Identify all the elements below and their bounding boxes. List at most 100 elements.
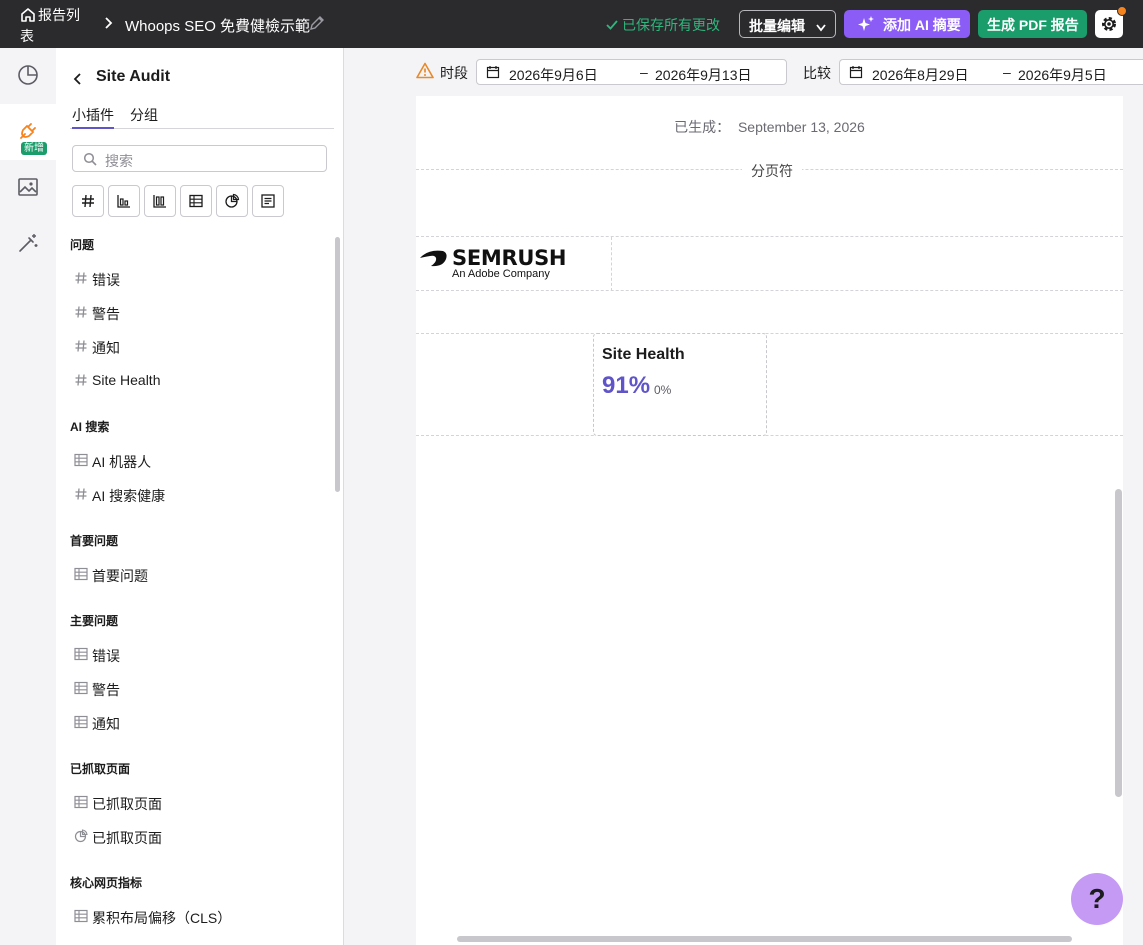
list-item-label: 警告 xyxy=(92,682,120,698)
sidebar-title: Site Audit xyxy=(96,68,171,85)
add-ai-summary-label: 添加 AI 摘要 xyxy=(883,17,961,33)
compare-date-range[interactable]: 2026年8月29日 – 2026年9月5日 xyxy=(839,59,1143,85)
bulk-edit-label: 批量编辑 xyxy=(749,18,805,34)
search-icon xyxy=(83,152,97,166)
list-item-label: Site Health xyxy=(92,372,161,388)
bulk-edit-button[interactable]: 批量编辑 xyxy=(739,10,836,38)
rail-widgets[interactable]: 新增 xyxy=(0,104,56,160)
generated-label: 已生成： xyxy=(674,119,731,135)
bar-chart-icon xyxy=(117,195,130,208)
warning-icon xyxy=(416,62,434,82)
section-title: AI 搜索 xyxy=(70,420,110,434)
chevron-left-icon xyxy=(73,73,81,85)
section-title: 主要问题 xyxy=(70,614,119,628)
list-item-label: 已抓取页面 xyxy=(92,830,162,846)
section-title: 已抓取页面 xyxy=(70,762,131,776)
home-icon xyxy=(20,7,36,27)
report-canvas: 已生成： September 13, 2026 分页符 SEMRUSH An A… xyxy=(416,96,1123,945)
rail-charts[interactable] xyxy=(0,48,56,104)
list-item-label: 累积布局偏移（CLS） xyxy=(92,910,232,926)
compare-label: 比较 xyxy=(803,65,831,81)
hash-icon xyxy=(75,306,87,318)
logo-widget[interactable]: SEMRUSH An Adobe Company xyxy=(416,237,612,291)
logo-wordmark: SEMRUSH xyxy=(452,246,567,270)
rail-images[interactable] xyxy=(0,160,56,216)
table-icon xyxy=(74,715,88,729)
section-title: 问题 xyxy=(70,238,95,252)
check-icon xyxy=(605,18,619,35)
filter-pie-button[interactable] xyxy=(216,185,248,217)
site-health-widget[interactable]: Site Health 91% 0% xyxy=(593,333,767,436)
date-filters: 时段 2026年9月6日 – 2026年9月13日 比较 2026年8月29日 … xyxy=(416,59,1143,85)
filter-text-button[interactable] xyxy=(252,185,284,217)
table-icon xyxy=(74,567,88,581)
top-bar: 报告列表 Whoops SEO 免費健檢示範 已保存所有更改 批量编辑 添加 A… xyxy=(0,0,1143,48)
filter-column-button[interactable] xyxy=(144,185,176,217)
compare-end: 2026年9月5日 xyxy=(1018,67,1107,83)
list-item-label: 已抓取页面 xyxy=(92,796,162,812)
hash-icon xyxy=(75,340,87,352)
image-icon xyxy=(18,178,38,196)
column-chart-icon xyxy=(153,195,166,208)
sidebar-scrollbar[interactable] xyxy=(335,237,340,492)
sparkle-icon xyxy=(856,15,876,36)
help-button[interactable]: ? xyxy=(1071,873,1123,925)
main-vertical-scrollbar[interactable] xyxy=(1115,489,1122,797)
hash-icon xyxy=(82,194,94,208)
chevron-down-icon xyxy=(815,20,827,36)
pie-icon xyxy=(225,193,240,208)
table-icon xyxy=(74,681,88,695)
widget-title: Site Health xyxy=(602,346,685,363)
save-status: 已保存所有更改 xyxy=(605,15,720,35)
calendar-icon xyxy=(486,66,500,79)
list-item-label: 通知 xyxy=(92,716,120,732)
widget-delta: 0% xyxy=(654,383,672,397)
widget-sidebar: Site Audit 小插件 分组 搜索 问题 错误 警告 通知 Site He… xyxy=(56,48,344,945)
section-title: 核心网页指标 xyxy=(70,876,143,890)
filter-number-button[interactable] xyxy=(72,185,104,217)
table-icon xyxy=(74,453,88,467)
list-item-label: AI 搜索健康 xyxy=(92,488,166,504)
hash-icon xyxy=(75,272,87,284)
settings-button[interactable] xyxy=(1095,6,1127,38)
pie-chart-icon xyxy=(18,65,38,85)
widget-value: 91% xyxy=(602,372,651,399)
edit-title-icon[interactable] xyxy=(309,15,325,34)
logo-subtitle: An Adobe Company xyxy=(452,268,550,280)
save-status-label: 已保存所有更改 xyxy=(622,17,720,33)
generate-pdf-label: 生成 PDF 报告 xyxy=(987,17,1079,33)
period-date-range[interactable]: 2026年9月6日 – 2026年9月13日 xyxy=(476,59,787,85)
tab-groups[interactable]: 分组 xyxy=(130,105,158,129)
period-end: 2026年9月13日 xyxy=(655,67,752,83)
calendar-icon xyxy=(849,66,863,79)
text-icon xyxy=(261,194,275,208)
pie-icon xyxy=(74,829,88,843)
list-item-label: AI 机器人 xyxy=(92,454,152,470)
list-item-label: 错误 xyxy=(92,648,120,664)
filter-table-button[interactable] xyxy=(180,185,212,217)
gear-icon xyxy=(1100,15,1118,36)
list-item-label: 通知 xyxy=(92,340,120,356)
filter-bar-button[interactable] xyxy=(108,185,140,217)
table-icon xyxy=(74,795,88,809)
report-row: Site Health 91% 0% xyxy=(416,333,1123,436)
search-input[interactable]: 搜索 xyxy=(72,145,327,172)
list-item-label: 首要问题 xyxy=(92,568,148,584)
search-placeholder: 搜索 xyxy=(105,153,133,169)
report-list-link[interactable]: 报告列表 xyxy=(20,6,90,45)
table-icon xyxy=(74,909,88,923)
main-horizontal-scrollbar[interactable] xyxy=(457,936,1072,942)
notification-dot xyxy=(1117,6,1127,16)
add-ai-summary-button[interactable]: 添加 AI 摘要 xyxy=(844,10,970,38)
range-dash: – xyxy=(640,64,648,80)
report-editor: 时段 2026年9月6日 – 2026年9月13日 比较 2026年8月29日 … xyxy=(344,48,1143,945)
page-break-label: 分页符 xyxy=(742,161,802,181)
rail-magic[interactable] xyxy=(0,216,56,272)
period-label: 时段 xyxy=(440,65,468,81)
tab-widgets[interactable]: 小插件 xyxy=(72,105,114,129)
magic-wand-icon xyxy=(19,234,38,252)
hash-icon xyxy=(75,374,87,386)
generate-pdf-button[interactable]: 生成 PDF 报告 xyxy=(978,10,1087,38)
plug-icon xyxy=(20,123,36,139)
icon-rail: 新增 xyxy=(0,48,56,945)
